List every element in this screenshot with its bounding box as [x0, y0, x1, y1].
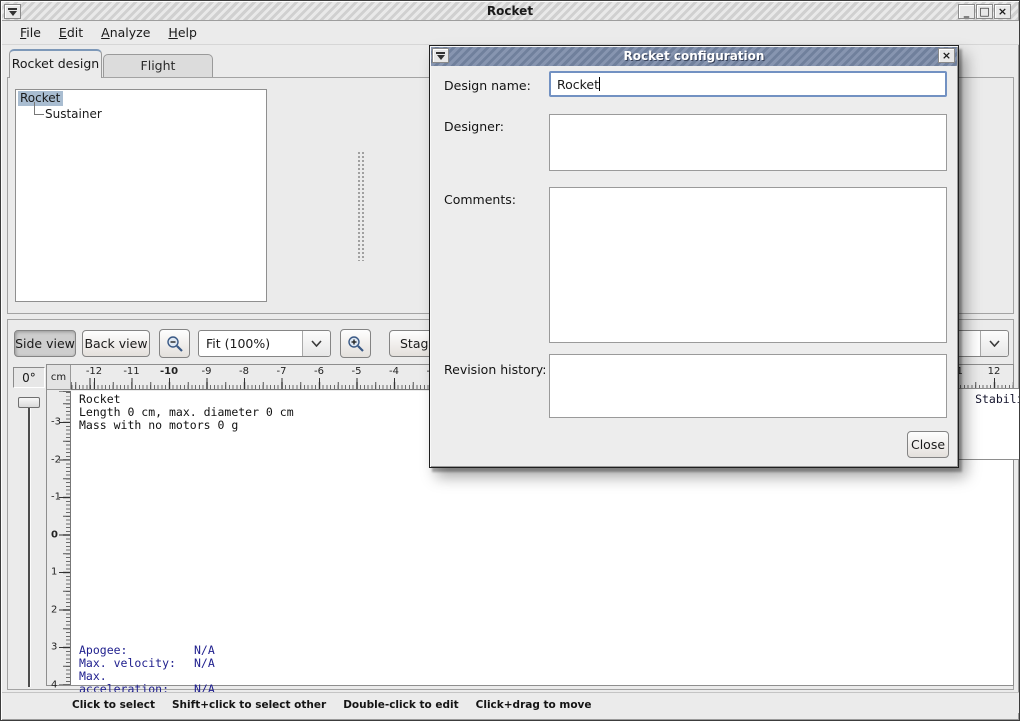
close-button[interactable]: ×	[994, 4, 1011, 19]
comments-label: Comments:	[444, 192, 516, 207]
main-titlebar[interactable]: Rocket _ □ ×	[2, 2, 1018, 21]
v-ruler-label: -3	[51, 417, 61, 428]
dialog-close-button[interactable]: Close	[907, 431, 949, 458]
v-ruler-label: -2	[51, 454, 61, 465]
menu-analyze[interactable]: Analyze	[92, 21, 159, 43]
h-ruler-label: -4	[389, 366, 399, 377]
magnifier-plus-icon	[347, 335, 365, 353]
h-ruler-label: -7	[277, 366, 287, 377]
dialog-title: Rocket configuration	[431, 49, 957, 63]
h-ruler-label: -8	[239, 366, 249, 377]
comments-field[interactable]	[549, 187, 947, 343]
status-hint: Click to select	[72, 699, 155, 711]
tree-item-sustainer[interactable]: Sustainer	[45, 107, 264, 121]
menu-help[interactable]: Help	[159, 21, 206, 43]
v-ruler-label: 1	[51, 567, 57, 578]
v-ruler-label: 2	[51, 604, 57, 615]
zoom-out-button[interactable]	[159, 329, 190, 358]
dialog-titlebar[interactable]: Rocket configuration ×	[431, 47, 957, 66]
h-ruler-label: -10	[160, 366, 178, 377]
chevron-down-icon[interactable]	[980, 331, 1008, 356]
h-ruler-label: -5	[352, 366, 362, 377]
designer-label: Designer:	[444, 119, 504, 134]
dialog-close-icon[interactable]: ×	[938, 48, 955, 63]
menu-edit[interactable]: Edit	[50, 21, 92, 43]
flight-data-text: Apogee:N/AMax. velocity:N/AMax. accelera…	[79, 644, 215, 696]
chevron-down-icon[interactable]	[302, 331, 330, 356]
status-hint: Double-click to edit	[343, 699, 458, 711]
designer-field[interactable]	[549, 114, 947, 171]
v-ruler-label: 0	[51, 529, 58, 540]
v-ruler-label: 4	[51, 679, 57, 690]
splitter-handle[interactable]	[357, 151, 364, 261]
rotation-angle-display: 0°	[13, 367, 45, 388]
h-ruler-label: -6	[314, 366, 324, 377]
rocket-configuration-dialog: Rocket configuration × Design name: Desi…	[429, 45, 959, 468]
v-ruler-label: -1	[51, 492, 61, 503]
revision-history-field[interactable]	[549, 354, 947, 418]
revision-history-label: Revision history:	[444, 362, 547, 377]
vertical-ruler: -3-2-101234	[47, 391, 71, 685]
h-ruler-label: -11	[123, 366, 139, 377]
rocket-info-text: Rocket Length 0 cm, max. diameter 0 cm M…	[79, 393, 294, 432]
rotation-slider-track[interactable]	[28, 399, 30, 687]
v-ruler-label: 3	[51, 642, 57, 653]
text-caret	[599, 77, 600, 91]
flight-data-value: N/A	[194, 643, 215, 657]
magnifier-minus-icon	[166, 335, 184, 353]
tab-flight-simulations[interactable]: Flight simulations	[103, 54, 213, 77]
window-title: Rocket	[2, 4, 1018, 18]
tab-rocket-design[interactable]: Rocket design	[9, 49, 102, 78]
status-bar: Click to select Shift+click to select oth…	[2, 692, 1019, 713]
h-ruler-label: -9	[202, 366, 212, 377]
zoom-level-combo[interactable]: Fit (100%)	[198, 330, 331, 357]
h-ruler-label: 12	[988, 366, 1001, 377]
design-name-label: Design name:	[444, 78, 531, 93]
minimize-button[interactable]: _	[958, 4, 975, 19]
zoom-in-button[interactable]	[340, 329, 371, 358]
status-hint: Shift+click to select other	[172, 699, 326, 711]
menu-bar: FileEditAnalyzeHelp	[2, 21, 1019, 45]
maximize-button[interactable]: □	[976, 4, 993, 19]
design-name-input[interactable]: Rocket	[549, 71, 947, 97]
back-view-button[interactable]: Back view	[82, 330, 150, 357]
ruler-unit-label: cm	[47, 365, 71, 390]
tree-item-rocket[interactable]: Rocket	[18, 91, 264, 106]
flight-data-value: N/A	[194, 656, 215, 670]
menu-file[interactable]: File	[11, 21, 50, 43]
h-ruler-label: -12	[86, 366, 102, 377]
component-tree[interactable]: Rocket Sustainer	[15, 89, 267, 302]
status-hint: Click+drag to move	[476, 699, 592, 711]
rotation-slider-thumb[interactable]	[18, 397, 40, 408]
openrocket-main-window: Rocket _ □ × FileEditAnalyzeHelp Rocket …	[0, 0, 1020, 721]
side-view-button[interactable]: Side view	[14, 330, 76, 357]
